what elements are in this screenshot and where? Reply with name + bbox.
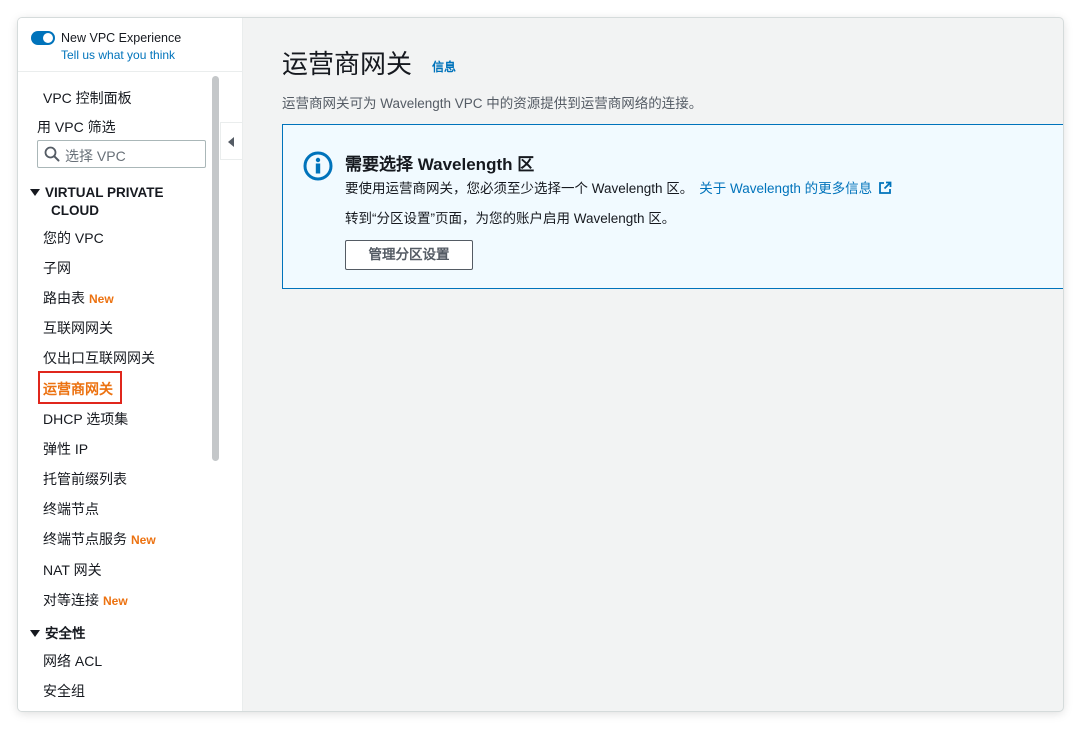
sidebar-item-label: 您的 VPC	[43, 230, 104, 246]
sidebar-item-elastic-ips[interactable]: 弹性 IP	[43, 439, 88, 459]
sidebar-item-label: NAT 网关	[43, 562, 102, 578]
sidebar-item-network-acls[interactable]: 网络 ACL	[43, 651, 102, 671]
sidebar-item-prefix-lists[interactable]: 托管前缀列表	[43, 469, 127, 489]
toggle-knob	[43, 33, 53, 43]
caret-down-icon	[30, 188, 40, 196]
toggle-label: New VPC Experience	[61, 31, 182, 45]
vpc-filter-placeholder: 选择 VPC	[65, 148, 126, 164]
sidebar-item-dashboard[interactable]: VPC 控制面板	[43, 88, 132, 108]
info-icon	[303, 151, 333, 181]
sidebar-item-label: 终端节点	[43, 501, 99, 517]
console-window: New VPC Experience Tell us what you thin…	[18, 18, 1063, 711]
sidebar-item-label: 路由表	[43, 290, 85, 306]
sidebar-nav: VPC 控制面板 用 VPC 筛选 选择 VPC VIRTUAL PRIVATE…	[18, 72, 208, 711]
wavelength-learn-more-link[interactable]: 关于 Wavelength 的更多信息	[699, 181, 872, 196]
sidebar-scrollbar-thumb[interactable]	[212, 76, 219, 461]
sidebar-item-egress-only-igw[interactable]: 仅出口互联网网关	[43, 348, 155, 368]
filter-label: 用 VPC 筛选	[37, 119, 116, 135]
sidebar-item-label: 终端节点服务	[43, 531, 127, 547]
feedback-link[interactable]: Tell us what you think	[61, 48, 175, 62]
collapse-sidebar-button[interactable]	[220, 122, 242, 160]
sidebar-item-label: 子网	[43, 260, 71, 276]
sidebar-item-endpoint-services[interactable]: 终端节点服务 New	[43, 529, 156, 549]
sidebar-item-label: 托管前缀列表	[43, 471, 127, 487]
sidebar: New VPC Experience Tell us what you thin…	[18, 18, 243, 711]
caret-down-icon	[30, 629, 40, 637]
main-content: 运营商网关 信息 运营商网关可为 Wavelength VPC 中的资源提供到运…	[243, 18, 1063, 711]
wavelength-info-alert: 需要选择 Wavelength 区 要使用运营商网关，您必须至少选择一个 Wav…	[282, 124, 1063, 289]
external-link-icon[interactable]	[878, 181, 892, 195]
sidebar-item-label: 弹性 IP	[43, 441, 89, 457]
sidebar-item-label: DHCP 选项集	[43, 411, 129, 427]
sidebar-item-label: 互联网网关	[43, 320, 113, 336]
sidebar-item-security-groups[interactable]: 安全组	[43, 681, 85, 701]
section-security-label: 安全性	[45, 626, 86, 641]
new-badge: New	[131, 533, 156, 547]
alert-instruction: 转到“分区设置”页面，为您的账户启用 Wavelength 区。	[345, 211, 676, 226]
sidebar-item-nat-gateways[interactable]: NAT 网关	[43, 560, 102, 580]
alert-message-text: 要使用运营商网关，您必须至少选择一个 Wavelength 区。	[345, 181, 694, 196]
sidebar-item-endpoints[interactable]: 终端节点	[43, 499, 99, 519]
alert-message: 要使用运营商网关，您必须至少选择一个 Wavelength 区。 关于 Wavel…	[345, 177, 892, 197]
section-vpc-header[interactable]: VIRTUAL PRIVATE CLOUD	[30, 184, 164, 220]
new-badge: New	[103, 594, 128, 608]
sidebar-item-subnets[interactable]: 子网	[43, 258, 71, 278]
highlight-annotation-box	[38, 371, 122, 404]
manage-zone-settings-button[interactable]: 管理分区设置	[345, 240, 473, 270]
sidebar-item-label: 对等连接	[43, 592, 99, 608]
sidebar-item-dhcp-options[interactable]: DHCP 选项集	[43, 409, 128, 429]
section-security-header[interactable]: 安全性	[30, 625, 86, 643]
page-title: 运营商网关	[282, 49, 413, 79]
sidebar-item-peering[interactable]: 对等连接 New	[43, 590, 128, 610]
sidebar-item-route-tables[interactable]: 路由表 New	[43, 288, 114, 308]
page-description: 运营商网关可为 Wavelength VPC 中的资源提供到运营商网络的连接。	[282, 96, 703, 111]
chevron-left-icon	[228, 137, 234, 147]
sidebar-item-label: 仅出口互联网网关	[43, 350, 155, 366]
section-vpc-line2: CLOUD	[51, 203, 99, 218]
alert-title: 需要选择 Wavelength 区	[345, 155, 535, 174]
new-badge: New	[89, 292, 114, 306]
sidebar-item-internet-gateways[interactable]: 互联网网关	[43, 318, 113, 338]
sidebar-item-label: 网络 ACL	[43, 653, 103, 669]
sidebar-item-label: 安全组	[43, 683, 85, 699]
section-vpc-line1: VIRTUAL PRIVATE	[45, 185, 164, 200]
info-link[interactable]: 信息	[432, 58, 456, 75]
search-icon	[44, 146, 60, 162]
new-experience-toggle-row: New VPC Experience Tell us what you thin…	[18, 18, 242, 72]
vpc-filter-select[interactable]: 选择 VPC	[37, 140, 206, 168]
sidebar-item-your-vpcs[interactable]: 您的 VPC	[43, 228, 104, 248]
new-experience-toggle[interactable]	[31, 31, 55, 45]
